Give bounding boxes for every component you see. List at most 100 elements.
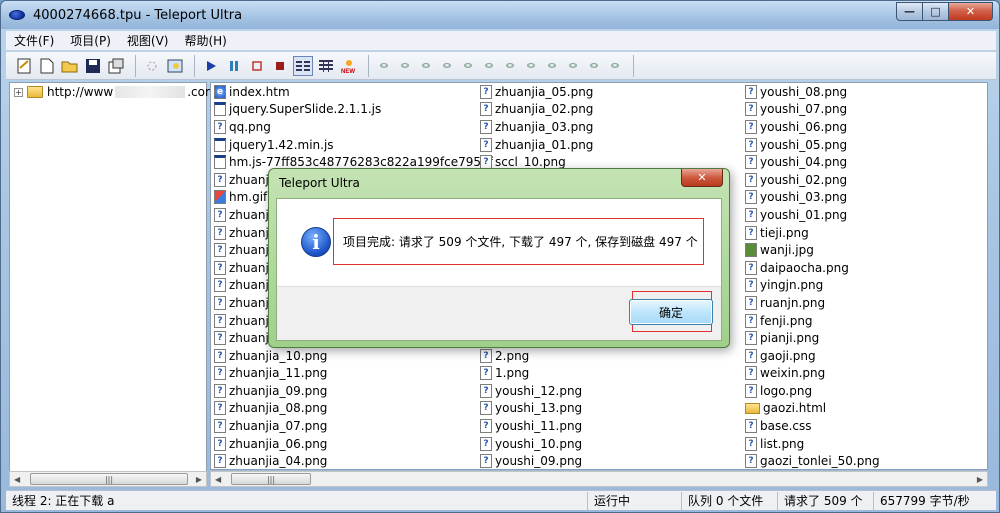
file-list-item[interactable]: ? youshi_02.png: [745, 171, 880, 189]
file-list-item[interactable]: ? 2.png: [480, 347, 593, 365]
file-list-item[interactable]: ? gaozi_tonlei_50.png: [745, 452, 880, 469]
file-name: 1.png: [495, 366, 530, 381]
wizard-icon[interactable]: [142, 56, 162, 76]
tree-horizontal-scrollbar[interactable]: ◀ ||| ▶: [9, 471, 207, 487]
disabled-tool-icon[interactable]: [564, 56, 582, 76]
file-unknown-icon: ?: [480, 102, 492, 117]
scroll-thumb[interactable]: |||: [30, 473, 188, 485]
disabled-tool-icon[interactable]: [501, 56, 519, 76]
file-list-item[interactable]: e index.htm: [214, 83, 493, 101]
menu-view[interactable]: 视图(V): [119, 32, 177, 49]
file-horizontal-scrollbar[interactable]: ◀ ||| ▶: [210, 471, 988, 487]
file-list-item[interactable]: ? ruanjn.png: [745, 294, 880, 312]
file-list-item[interactable]: ? logo.png: [745, 382, 880, 400]
file-list-item[interactable]: ? zhuanjia_11.png: [214, 365, 493, 383]
new-file-icon[interactable]: [37, 56, 57, 76]
file-list-item[interactable]: ? daipaocha.png: [745, 259, 880, 277]
file-name: zhuanjia_05.png: [495, 84, 594, 99]
file-list-item[interactable]: ? zhuanjia_06.png: [214, 435, 493, 453]
file-name: hm.gif: [229, 190, 268, 205]
tree-root-item[interactable]: + http://www .com: [14, 85, 217, 99]
pause-icon[interactable]: [224, 56, 244, 76]
disabled-tool-icon[interactable]: [375, 56, 393, 76]
maximize-button[interactable]: □: [923, 2, 949, 21]
disabled-tool-icon[interactable]: [585, 56, 603, 76]
minimize-button[interactable]: —: [896, 2, 923, 21]
ok-button[interactable]: 确定: [629, 299, 713, 325]
file-list-item[interactable]: jquery1.42.min.js: [214, 136, 493, 154]
file-unknown-icon: ?: [745, 84, 757, 99]
scroll-right-arrow-icon[interactable]: ▶: [196, 475, 202, 484]
scroll-right-arrow-icon[interactable]: ▶: [977, 475, 983, 484]
disabled-tool-icon[interactable]: [396, 56, 414, 76]
file-list-item[interactable]: ? youshi_09.png: [480, 452, 593, 469]
open-folder-icon[interactable]: [60, 56, 80, 76]
scroll-left-arrow-icon[interactable]: ◀: [14, 475, 20, 484]
properties-icon[interactable]: [106, 56, 126, 76]
file-list-item[interactable]: ? list.png: [745, 435, 880, 453]
file-list-item[interactable]: ? yingjn.png: [745, 277, 880, 295]
file-list-item[interactable]: ? 1.png: [480, 365, 593, 383]
file-list-item[interactable]: wanji.jpg: [745, 241, 880, 259]
file-list-item[interactable]: ? youshi_11.png: [480, 417, 593, 435]
disabled-tool-icon[interactable]: [459, 56, 477, 76]
dialog-close-button[interactable]: ✕: [681, 169, 723, 187]
stop-icon[interactable]: [270, 56, 290, 76]
details-view-icon[interactable]: [316, 56, 336, 76]
file-list-item[interactable]: ? weixin.png: [745, 365, 880, 383]
disabled-tool-icon[interactable]: [480, 56, 498, 76]
disabled-tool-icon[interactable]: [438, 56, 456, 76]
file-list-item[interactable]: ? youshi_05.png: [745, 136, 880, 154]
save-icon[interactable]: [83, 56, 103, 76]
file-js-icon: [214, 102, 226, 117]
file-list-item[interactable]: ? youshi_13.png: [480, 400, 593, 418]
disabled-tool-icon[interactable]: [522, 56, 540, 76]
file-ie-icon: e: [214, 84, 226, 99]
file-list-item[interactable]: ? youshi_04.png: [745, 153, 880, 171]
file-list-item[interactable]: ? tieji.png: [745, 224, 880, 242]
file-list-item[interactable]: ? zhuanjia_07.png: [214, 417, 493, 435]
menu-project[interactable]: 项目(P): [62, 32, 119, 49]
file-list-item[interactable]: ? qq.png: [214, 118, 493, 136]
file-list-item[interactable]: ? youshi_07.png: [745, 101, 880, 119]
project-tree[interactable]: + http://www .com: [9, 82, 217, 474]
file-list-item[interactable]: ? zhuanjia_04.png: [214, 452, 493, 469]
scroll-left-arrow-icon[interactable]: ◀: [215, 475, 221, 484]
file-list-item[interactable]: gaozi.html: [745, 400, 880, 418]
file-list-item[interactable]: ? pianji.png: [745, 329, 880, 347]
disabled-tool-icon[interactable]: [543, 56, 561, 76]
file-list-item[interactable]: ? youshi_10.png: [480, 435, 593, 453]
disabled-tool-icon[interactable]: [606, 56, 624, 76]
file-list-item[interactable]: ? youshi_12.png: [480, 382, 593, 400]
file-list-item[interactable]: ? youshi_06.png: [745, 118, 880, 136]
file-list-item[interactable]: ? youshi_01.png: [745, 206, 880, 224]
file-list-item[interactable]: ? fenji.png: [745, 312, 880, 330]
file-list-item[interactable]: ? zhuanjia_09.png: [214, 382, 493, 400]
menu-help[interactable]: 帮助(H): [176, 32, 234, 49]
close-button[interactable]: ✕: [949, 2, 993, 21]
start-icon[interactable]: [201, 56, 221, 76]
stop-outline-icon[interactable]: [247, 56, 267, 76]
file-list-item[interactable]: jquery.SuperSlide.2.1.1.js: [214, 101, 493, 119]
disabled-tool-icon[interactable]: [417, 56, 435, 76]
file-list-item[interactable]: ? zhuanjia_03.png: [480, 118, 593, 136]
file-list-item[interactable]: ? gaoji.png: [745, 347, 880, 365]
file-list-item[interactable]: ? zhuanjia_05.png: [480, 83, 593, 101]
new-badge-icon[interactable]: NEW: [339, 56, 359, 76]
tree-expander[interactable]: +: [14, 87, 23, 97]
file-list-item[interactable]: ? youshi_03.png: [745, 189, 880, 207]
title-bar[interactable]: 4000274668.tpu - Teleport Ultra — □ ✕: [1, 1, 999, 29]
file-list-item[interactable]: ? zhuanjia_10.png: [214, 347, 493, 365]
file-list-item[interactable]: ? zhuanjia_02.png: [480, 101, 593, 119]
file-list-item[interactable]: ? zhuanjia_08.png: [214, 400, 493, 418]
list-view-icon[interactable]: [293, 55, 313, 76]
file-list-item[interactable]: ? base.css: [745, 417, 880, 435]
file-list-item[interactable]: ? zhuanjia_01.png: [480, 136, 593, 154]
file-list-item[interactable]: ? youshi_08.png: [745, 83, 880, 101]
browse-icon[interactable]: [165, 56, 185, 76]
file-unknown-icon: ?: [214, 119, 226, 134]
new-project-icon[interactable]: [14, 56, 34, 76]
dialog-message: 项目完成: 请求了 509 个文件, 下载了 497 个, 保存到磁盘 497 …: [343, 235, 698, 249]
scroll-thumb[interactable]: |||: [231, 473, 311, 485]
menu-file[interactable]: 文件(F): [6, 32, 62, 49]
